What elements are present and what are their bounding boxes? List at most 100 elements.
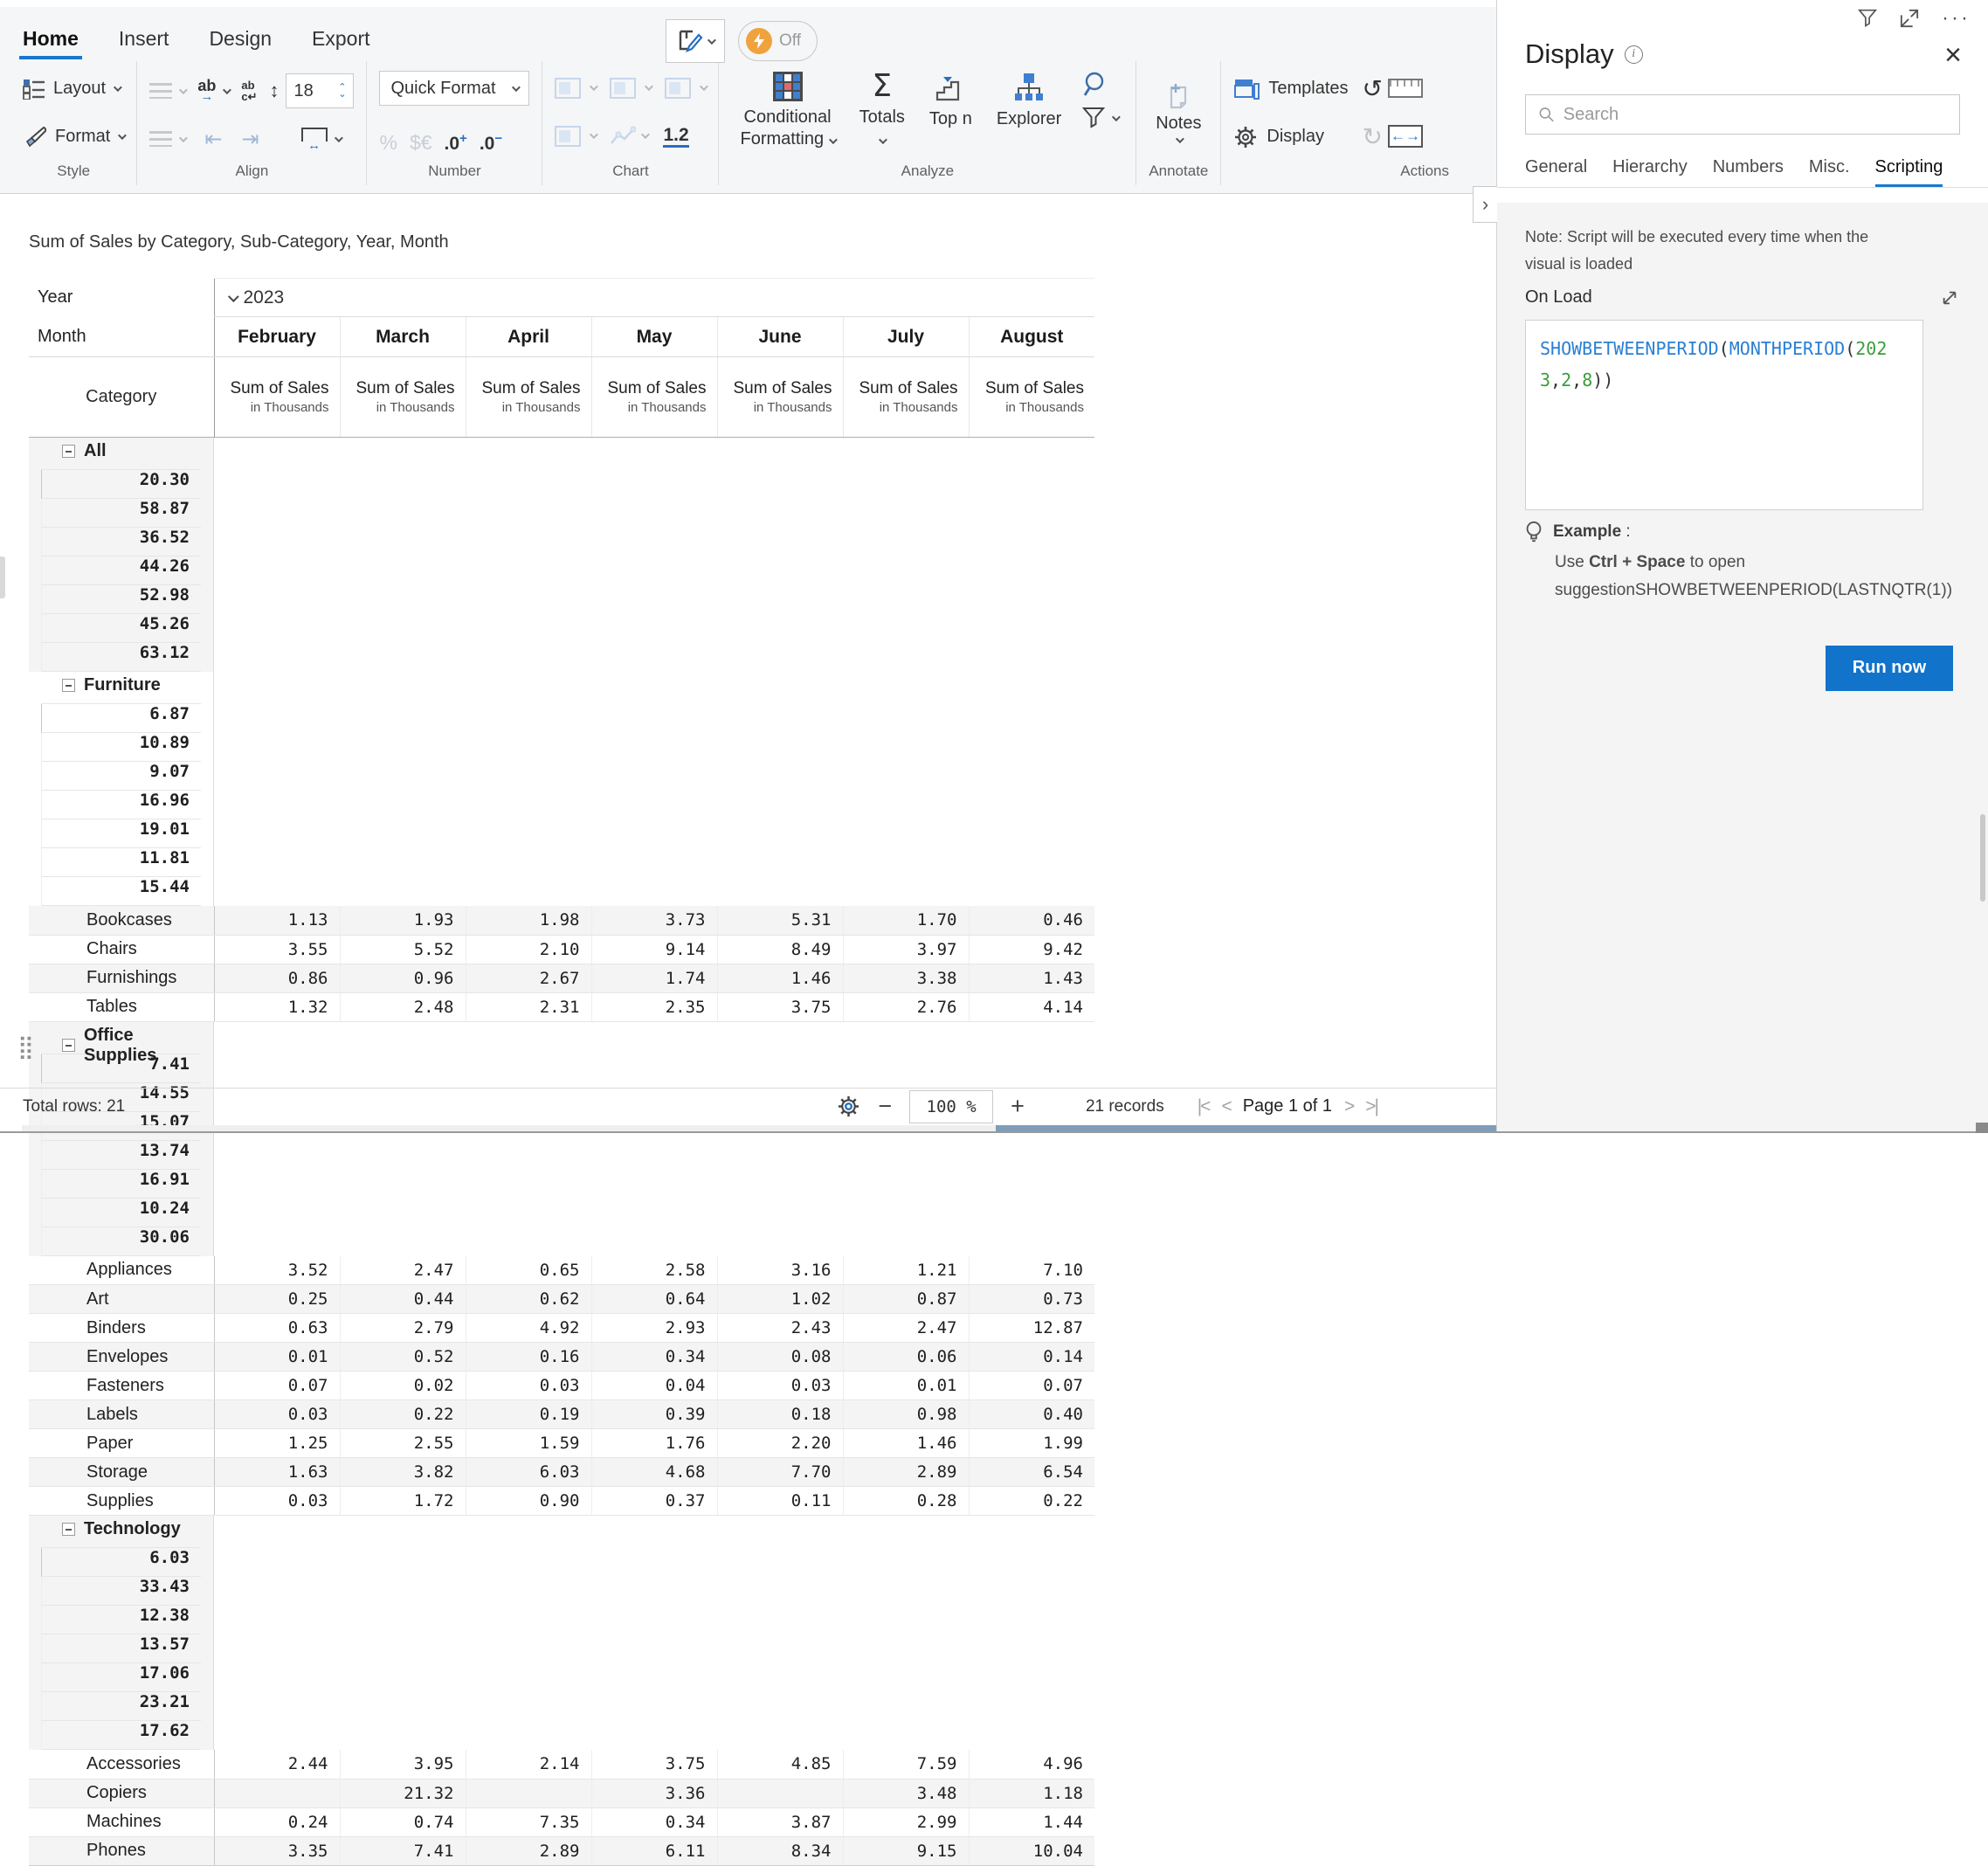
row-label[interactable]: Copiers <box>29 1779 214 1807</box>
row-label[interactable]: Binders <box>29 1314 214 1343</box>
explorer-button[interactable]: Explorer <box>988 68 1070 134</box>
ruler-icon[interactable] <box>1388 79 1423 98</box>
month-column-header[interactable]: June <box>717 317 843 357</box>
decimal-view-button[interactable]: 1.2 <box>663 125 688 148</box>
ribbon-tab-insert[interactable]: Insert <box>119 27 169 59</box>
decrease-decimal-button[interactable]: .0− <box>480 131 502 155</box>
redo-icon[interactable]: ↻ <box>1363 122 1383 151</box>
top-n-button[interactable]: Top n <box>921 68 981 134</box>
measure-column-header[interactable]: Sum of Salesin Thousands <box>591 357 717 438</box>
shrink-text-button[interactable]: abc↵ <box>241 79 257 102</box>
resize-columns-icon[interactable]: ←→ <box>1388 125 1423 148</box>
row-label[interactable]: Chairs <box>29 935 214 964</box>
measure-column-header[interactable]: Sum of Salesin Thousands <box>717 357 843 438</box>
row-label[interactable]: Office Supplies <box>41 1026 201 1054</box>
ribbon-tab-export[interactable]: Export <box>312 27 369 59</box>
row-label[interactable]: Labels <box>29 1400 214 1429</box>
collapse-year-icon[interactable] <box>227 291 238 302</box>
ribbon-tab-home[interactable]: Home <box>23 27 79 59</box>
row-label[interactable]: Machines <box>29 1807 214 1836</box>
script-code[interactable]: SHOWBETWEENPERIOD(MONTHPERIOD(2023,2,8)) <box>1540 333 1888 396</box>
search-icon[interactable] <box>1082 70 1110 98</box>
row-label[interactable]: Supplies <box>29 1487 214 1516</box>
left-edge-handle[interactable] <box>0 556 5 598</box>
panel-tab-general[interactable]: General <box>1525 157 1587 187</box>
row-label[interactable]: Technology <box>41 1519 201 1548</box>
display-button[interactable]: Display <box>1233 119 1348 156</box>
table-drag-handle[interactable]: ⣿ <box>17 1038 34 1056</box>
year-value-cell[interactable]: 2023 <box>214 279 1094 317</box>
auto-update-toggle[interactable]: Off <box>738 21 818 61</box>
run-now-button[interactable]: Run now <box>1826 646 1953 691</box>
stepper-arrows-icon[interactable]: ⌃⌄ <box>338 84 346 98</box>
collapse-group-icon[interactable] <box>62 445 75 458</box>
row-label[interactable]: Appliances <box>29 1256 214 1285</box>
month-column-header[interactable]: May <box>591 317 717 357</box>
increase-decimal-button[interactable]: .0+ <box>445 131 467 155</box>
script-editor[interactable]: SHOWBETWEENPERIOD(MONTHPERIOD(2023,2,8)) <box>1525 320 1923 510</box>
collapse-group-icon[interactable] <box>62 679 75 692</box>
previous-page-button[interactable]: < <box>1221 1096 1230 1117</box>
settings-gear-icon[interactable] <box>837 1095 860 1118</box>
row-label[interactable]: Envelopes <box>29 1343 214 1372</box>
totals-button[interactable]: Σ Totals <box>851 68 914 154</box>
close-panel-icon[interactable]: × <box>1944 40 1962 70</box>
measure-column-header[interactable]: Sum of Salesin Thousands <box>843 357 969 438</box>
info-icon[interactable]: i <box>1625 45 1643 64</box>
font-size-stepper[interactable]: 18 ⌃⌄ <box>286 73 354 108</box>
panel-scrollbar-thumb[interactable] <box>1980 814 1985 902</box>
vertical-align-button[interactable] <box>149 131 185 147</box>
row-label[interactable]: Art <box>29 1285 214 1314</box>
collapse-group-icon[interactable] <box>62 1523 75 1536</box>
undo-icon[interactable]: ↺ <box>1363 74 1383 103</box>
row-label[interactable]: Paper <box>29 1429 214 1458</box>
panel-tab-misc[interactable]: Misc. <box>1809 157 1850 187</box>
month-column-header[interactable]: August <box>969 317 1094 357</box>
panel-tab-scripting[interactable]: Scripting <box>1875 157 1943 187</box>
last-page-button[interactable]: >| <box>1365 1096 1377 1117</box>
panel-search-box[interactable] <box>1525 94 1960 135</box>
percent-format-button[interactable]: % <box>379 131 397 155</box>
measure-column-header[interactable]: Sum of Salesin Thousands <box>214 357 340 438</box>
ribbon-tab-design[interactable]: Design <box>209 27 272 59</box>
edit-mode-button[interactable] <box>666 19 725 63</box>
filter-icon[interactable] <box>1082 107 1105 129</box>
row-label[interactable]: All <box>41 441 201 470</box>
month-column-header[interactable]: March <box>340 317 466 357</box>
horizontal-align-button[interactable] <box>149 83 185 99</box>
panel-tab-numbers[interactable]: Numbers <box>1713 157 1784 187</box>
month-column-header[interactable]: April <box>466 317 591 357</box>
measure-column-header[interactable]: Sum of Salesin Thousands <box>340 357 466 438</box>
quick-format-select[interactable]: Quick Format <box>379 71 529 106</box>
row-label[interactable]: Accessories <box>29 1750 214 1779</box>
panel-tab-hierarchy[interactable]: Hierarchy <box>1612 157 1688 187</box>
conditional-formatting-button[interactable]: Conditional Formatting <box>731 68 843 154</box>
templates-button[interactable]: Templates <box>1233 71 1348 107</box>
collapse-group-icon[interactable] <box>62 1039 75 1052</box>
format-button[interactable]: Format <box>23 118 124 156</box>
zoom-out-button[interactable]: − <box>878 1095 892 1118</box>
month-column-header[interactable]: February <box>214 317 340 357</box>
first-page-button[interactable]: |< <box>1198 1096 1210 1117</box>
expand-editor-icon[interactable] <box>1941 289 1958 307</box>
wrap-text-button[interactable]: ab→ <box>197 79 229 102</box>
measure-column-header[interactable]: Sum of Salesin Thousands <box>969 357 1094 438</box>
zoom-in-button[interactable]: + <box>1011 1095 1025 1118</box>
layout-button[interactable]: Layout <box>23 70 124 108</box>
row-label[interactable]: Fasteners <box>29 1372 214 1400</box>
expand-panel-button[interactable]: › <box>1473 186 1497 223</box>
row-label[interactable]: Furnishings <box>29 964 214 992</box>
notes-label[interactable]: Notes <box>1156 114 1201 134</box>
next-page-button[interactable]: > <box>1344 1096 1353 1117</box>
increase-indent-icon[interactable]: ⇥ <box>241 127 259 152</box>
zoom-level-input[interactable]: 100 % <box>909 1090 993 1123</box>
decrease-indent-icon[interactable]: ⇤ <box>204 127 222 152</box>
row-height-control[interactable]: ↕ 18 ⌃⌄ <box>269 73 354 108</box>
search-input[interactable] <box>1563 105 1947 125</box>
row-label[interactable]: Storage <box>29 1458 214 1487</box>
row-label[interactable]: Phones <box>29 1836 214 1865</box>
row-label[interactable]: Bookcases <box>29 906 214 935</box>
currency-format-button[interactable]: $€ <box>410 131 432 155</box>
row-label[interactable]: Furniture <box>41 675 201 704</box>
row-label[interactable]: Tables <box>29 992 214 1021</box>
